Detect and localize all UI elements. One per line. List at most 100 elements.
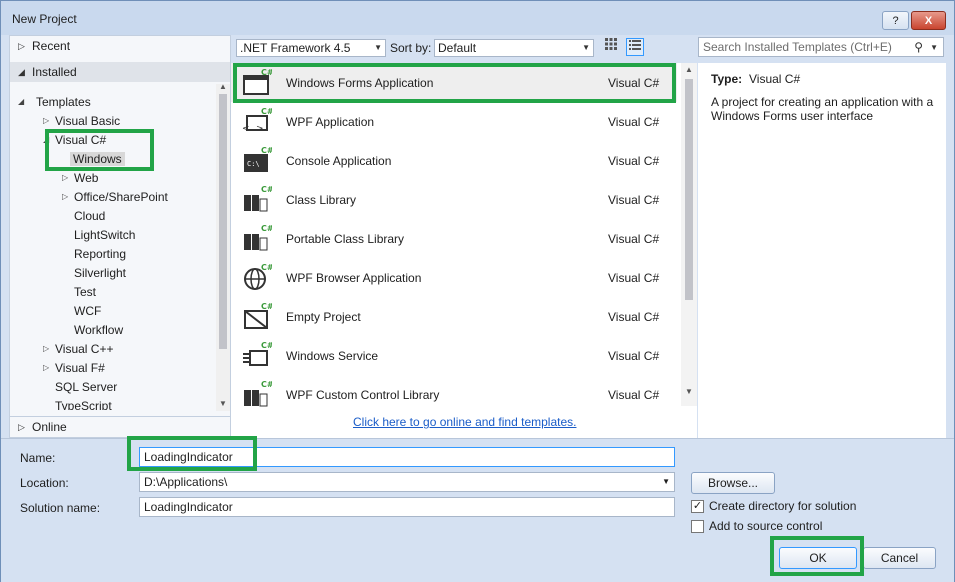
collapse-arrow-icon: ◢ [43,135,50,144]
help-button[interactable]: ? [882,11,909,30]
svg-text:C#: C# [261,185,272,194]
tree-item-test[interactable]: Test [74,283,96,301]
create-directory-checkbox[interactable]: ✓ [691,500,704,513]
svg-text:C#: C# [261,302,272,311]
solution-name-input[interactable]: LoadingIndicator [139,497,675,517]
location-label: Location: [20,476,69,490]
console-icon: C:\C# [244,146,272,172]
expand-arrow-icon: ▷ [18,41,25,51]
scroll-down-icon[interactable]: ▼ [685,387,693,396]
custom-control-icon: C# [244,380,272,407]
template-list-scrollbar[interactable]: ▲ ▼ [681,63,697,406]
expand-arrow-icon: ▷ [43,344,50,353]
solution-name-label: Solution name: [20,501,101,515]
search-icon[interactable]: ⚲ [914,38,923,56]
globe-icon: C# [244,263,272,290]
type-label: Type: [711,72,743,86]
installed-section[interactable]: ◢ Installed [10,62,230,82]
scrollbar-thumb[interactable] [219,94,227,349]
tree-item-cloud[interactable]: Cloud [74,207,105,225]
tree-item-reporting[interactable]: Reporting [74,245,126,263]
collapse-arrow-icon: ◢ [18,97,25,106]
tree-scrollbar[interactable]: ▲ ▼ [216,82,230,411]
template-row[interactable]: C# Class Library Visual C# [231,180,677,219]
template-row[interactable]: C# Empty Project Visual C# [231,297,677,336]
name-label: Name: [20,451,56,465]
sort-by-label: Sort by: [390,41,432,55]
scroll-up-icon[interactable]: ▲ [685,65,693,74]
details-panel: Search Installed Templates (Ctrl+E) ⚲ ▼ … [698,35,946,438]
svg-text:C#: C# [261,380,272,389]
browse-button[interactable]: Browse... [691,472,775,494]
windows-forms-icon: C# [243,68,272,95]
tree-item-typescript[interactable]: TypeScript [55,397,215,410]
list-view-icon [629,40,641,50]
portable-library-icon: C# [244,224,272,251]
svg-text:C#: C# [261,224,272,233]
scroll-down-icon[interactable]: ▼ [219,399,227,408]
grid-view-icon [605,38,617,50]
close-button[interactable]: X [911,11,946,30]
collapse-arrow-icon: ◢ [18,67,25,77]
dialog-title: New Project [12,12,77,26]
small-icons-view-button[interactable] [602,38,620,56]
template-description: Type: Visual C# A project for creating a… [698,63,946,438]
template-row[interactable]: C# WPF Custom Control Library Visual C# [231,375,677,408]
description-text: A project for creating an application wi… [711,95,934,123]
windows-service-icon: C# [243,341,272,366]
scroll-up-icon[interactable]: ▲ [219,82,227,91]
svg-text:C:\: C:\ [247,160,260,168]
template-row[interactable]: <>C# WPF Application Visual C# [231,102,677,141]
template-categories-panel: ▷ Recent ◢ Installed ◢ Templates ▷ Visua… [9,35,231,438]
chevron-down-icon: ▼ [374,43,382,52]
svg-text:C#: C# [261,263,272,272]
svg-text:C#: C# [261,341,272,350]
online-section[interactable]: ▷ Online [10,416,230,437]
chevron-down-icon: ▼ [582,43,590,52]
tree-item-lightswitch[interactable]: LightSwitch [74,226,135,244]
chevron-down-icon[interactable]: ▼ [930,39,938,57]
svg-text:C#: C# [261,146,272,155]
search-input[interactable]: Search Installed Templates (Ctrl+E) ⚲ ▼ [698,37,944,57]
expand-arrow-icon: ▷ [62,173,69,182]
expand-arrow-icon: ▷ [43,116,50,125]
tree-item-silverlight[interactable]: Silverlight [74,264,126,282]
expand-arrow-icon: ▷ [18,422,25,432]
new-project-dialog: New Project ? X ▷ Recent ◢ Installed ◢ T… [0,0,955,582]
scrollbar-thumb[interactable] [685,79,693,300]
empty-project-icon: C# [244,302,272,329]
svg-text:>: > [256,124,264,134]
source-control-checkbox[interactable] [691,520,704,533]
template-row[interactable]: C# Windows Service Visual C# [231,336,677,375]
online-templates-link[interactable]: Click here to go online and find templat… [353,415,576,429]
list-view-button[interactable] [626,38,644,56]
template-row[interactable]: C# WPF Browser Application Visual C# [231,258,677,297]
svg-text:C#: C# [261,68,272,77]
chevron-down-icon: ▼ [662,477,670,486]
source-control-label: Add to source control [709,519,823,533]
tree-item-windows[interactable]: Windows [70,150,125,168]
expand-arrow-icon: ▷ [62,192,69,201]
location-select[interactable]: D:\Applications\ ▼ [139,472,675,492]
expand-arrow-icon: ▷ [43,363,50,372]
template-list: C# Windows Forms Application Visual C# <… [231,63,697,408]
ok-button[interactable]: OK [779,547,857,569]
tree-item-workflow[interactable]: Workflow [74,321,123,339]
type-value: Visual C# [749,72,801,86]
svg-text:C#: C# [261,107,272,116]
sort-select[interactable]: Default ▼ [434,39,594,57]
tree-item-wcf[interactable]: WCF [74,302,101,320]
recent-section[interactable]: ▷ Recent [10,36,230,56]
wpf-app-icon: < > C# [242,107,272,134]
tree-item-sql-server[interactable]: SQL Server [55,378,117,396]
online-templates-area: Click here to go online and find templat… [231,408,697,438]
template-row[interactable]: C# Windows Forms Application Visual C# [231,63,677,102]
create-directory-label: Create directory for solution [709,499,857,513]
framework-select[interactable]: .NET Framework 4.5 ▼ [236,39,386,57]
name-input[interactable]: LoadingIndicator [139,447,675,467]
cancel-button[interactable]: Cancel [863,547,936,569]
template-row[interactable]: C:\C# Console Application Visual C# [231,141,677,180]
project-form: Name: LoadingIndicator Location: D:\Appl… [1,438,954,582]
template-row[interactable]: C# Portable Class Library Visual C# [231,219,677,258]
svg-text:<: < [242,124,250,134]
